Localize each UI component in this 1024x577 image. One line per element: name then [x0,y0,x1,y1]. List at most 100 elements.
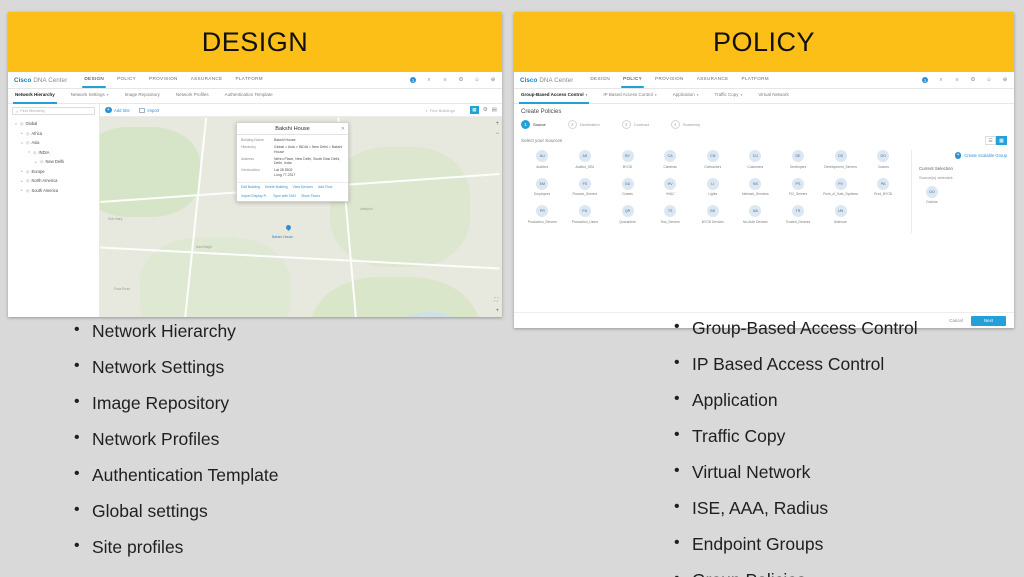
edit-building-link[interactable]: Edit Building [241,185,260,189]
scalable-group-avatar: CA [664,150,677,162]
scalable-group-tile[interactable]: LI Lights [691,177,734,197]
scalable-group-tile[interactable]: PV Point_of_Sale_Systems [819,177,862,197]
find-buildings-input[interactable]: ⌕ Find Buildings [425,108,454,113]
search-icon[interactable]: ⌕ [938,77,944,83]
add-floor-link[interactable]: Add Floor [318,185,333,189]
scalable-group-tile[interactable]: UN Unknown [819,205,862,224]
help-icon[interactable]: ☺ [986,77,992,83]
scalable-group-tile[interactable]: PS PCI_Servers [777,177,820,197]
subtab-network-profiles[interactable]: Network Profiles [176,92,209,100]
scalable-group-tile[interactable]: BS BYOD Devices [691,205,734,224]
tree-item-asia[interactable]: ▾ ◎ Asia [12,138,95,148]
tree-item-south-america[interactable]: ▸ ◎ South America [12,186,95,196]
notification-badge-icon[interactable]: 3 [410,77,416,83]
map-zoom-out-button[interactable]: − [495,131,499,137]
subtab-network-hierarchy[interactable]: Network Hierarchy [13,92,57,104]
scalable-group-tile[interactable]: QR Quarantine [606,205,649,224]
map-expand-icon[interactable]: ⛶ [494,297,498,303]
menu-icon[interactable]: ≡ [442,77,448,83]
tree-item-europe[interactable]: ▸ ◎ Europe [12,167,95,177]
grid-view-button[interactable]: ▦ [996,136,1007,145]
scalable-group-tile[interactable]: DS Development_Servers [819,150,862,169]
map-view-toggle-button[interactable]: ▦ [469,106,479,114]
map-canvas[interactable]: Shiv Marg Pusa Road Karol Bagh Rajinder … [100,117,502,317]
subtab-network-settings[interactable]: Network Settings ▾ [71,92,109,100]
nav-assurance[interactable]: ASSURANCE [191,76,223,84]
map-marker-bakshi-house[interactable] [284,223,293,232]
subtab-ip-based-access-control[interactable]: IP Based Access Control ▾ [603,92,656,100]
scalable-group-tile[interactable]: NA No-Auth Devices [734,205,777,224]
nav-platform[interactable]: PLATFORM [235,76,262,84]
tree-item-north-america[interactable]: ▸ ◎ North America [12,176,95,186]
scalable-group-tile[interactable]: GU Guests [606,177,649,197]
scalable-group-tile[interactable]: NS Network_Services [734,177,777,197]
subtab-image-repository[interactable]: Image Repository [125,92,160,100]
scalable-group-tile[interactable]: AU Auditors [521,150,564,169]
subtab-ipbac-label: IP Based Access Control [603,92,653,97]
nav-assurance[interactable]: ASSURANCE [697,76,729,84]
nav-provision[interactable]: PROVISION [149,76,178,84]
scalable-group-tile[interactable]: DO Doctors [862,150,905,169]
scalable-group-tile[interactable]: CA Cameras [649,150,692,169]
wizard-step-source[interactable]: 1 Source [521,120,546,129]
scalable-group-tile[interactable]: PU Production_Users [564,205,607,224]
scalable-group-tile[interactable]: PR Production_Servers [521,205,564,224]
map-settings-icon[interactable]: ⚙ [483,107,488,113]
scalable-group-tile[interactable]: DE Developers [777,150,820,169]
scalable-group-tile[interactable]: CN Contractors [691,150,734,169]
tree-item-global[interactable]: ▾ ◎ Global [12,119,95,129]
close-icon[interactable]: ✕ [341,126,345,132]
nav-policy[interactable]: POLICY [117,76,136,84]
list-view-button[interactable]: ☰ [985,136,996,145]
subtab-virtual-network[interactable]: Virtual Network [758,92,788,100]
map-pane[interactable]: + Add Site Import ⌕ Find Buildings ▦ ⚙ ▤… [100,104,502,317]
gear-icon[interactable]: ⚙ [458,77,464,83]
subtab-group-based-access-control[interactable]: Group-Based Access Control ▾ [518,92,590,104]
import-button[interactable]: Import [138,107,159,113]
scalable-group-tile[interactable]: BY BYOD [606,150,649,169]
delete-building-link[interactable]: Delete Building [265,185,288,189]
popup-row-value: Nehru Place, New Delhi, South East Delhi… [274,156,341,166]
add-site-button[interactable]: + Add Site [105,106,130,114]
user-icon[interactable]: ⊕ [490,77,496,83]
map-zoom-in-button[interactable]: + [495,121,499,127]
nav-policy[interactable]: POLICY [621,76,644,88]
wizard-step-summary[interactable]: 4 Summary [670,120,700,129]
subtab-traffic-copy[interactable]: Traffic Copy ▾ [715,92,743,100]
sync-with-cmx-link[interactable]: Sync with CMX [273,194,296,198]
scalable-group-tile[interactable]: AS Auditor_SEA [564,150,607,169]
gear-icon[interactable]: ⚙ [970,77,976,83]
subtab-authentication-template[interactable]: Authentication Template [225,92,273,100]
nav-platform[interactable]: PLATFORM [741,76,768,84]
nav-design[interactable]: DESIGN [590,76,610,84]
import-display-link[interactable]: Import Display P... [241,194,268,198]
scalable-group-tile[interactable]: PA Prod_BYOD [862,177,905,197]
tree-item-new-delhi[interactable]: ▸ ◎ New Delhi [12,157,95,167]
hierarchy-search-input[interactable]: ⌕ Find Hierarchy [12,107,95,115]
view-devices-link[interactable]: View Devices [293,185,313,189]
selected-source-item[interactable]: DO Doctors [919,185,945,205]
bullet-item: IP Based Access Control [672,355,1024,374]
scalable-group-tile[interactable]: EM Employees [521,177,564,197]
scalable-group-tile[interactable]: TS Test_Servers [649,205,692,224]
scalable-group-tile[interactable]: TR Trusted_Devices [777,205,820,224]
scalable-group-tile[interactable]: CU Customers [734,150,777,169]
scalable-group-tile[interactable]: FS Finance_Servers [564,177,607,197]
menu-icon[interactable]: ≡ [954,77,960,83]
search-icon[interactable]: ⌕ [426,77,432,83]
nav-provision[interactable]: PROVISION [655,76,684,84]
help-icon[interactable]: ☺ [474,77,480,83]
wizard-step-destination[interactable]: 2 Destination [567,120,600,129]
user-icon[interactable]: ⊕ [1002,77,1008,83]
show-floors-link[interactable]: Show Floors [301,194,320,198]
scalable-group-tile[interactable]: HV HVAC [649,177,692,197]
nav-design[interactable]: DESIGN [82,76,106,88]
map-zoom-plus-button[interactable]: + [495,308,499,314]
subtab-application[interactable]: Application ▾ [673,92,699,100]
tree-item-india[interactable]: ▾ ◎ INDIA [12,148,95,158]
create-scalable-group-button[interactable]: + Create Scalable Group [919,152,1007,159]
tree-item-africa[interactable]: ▸ ◎ Africa [12,129,95,139]
wizard-step-contract[interactable]: 3 Contract [621,120,649,129]
map-list-icon[interactable]: ▤ [492,107,497,113]
notification-badge-icon[interactable]: 3 [922,77,928,83]
